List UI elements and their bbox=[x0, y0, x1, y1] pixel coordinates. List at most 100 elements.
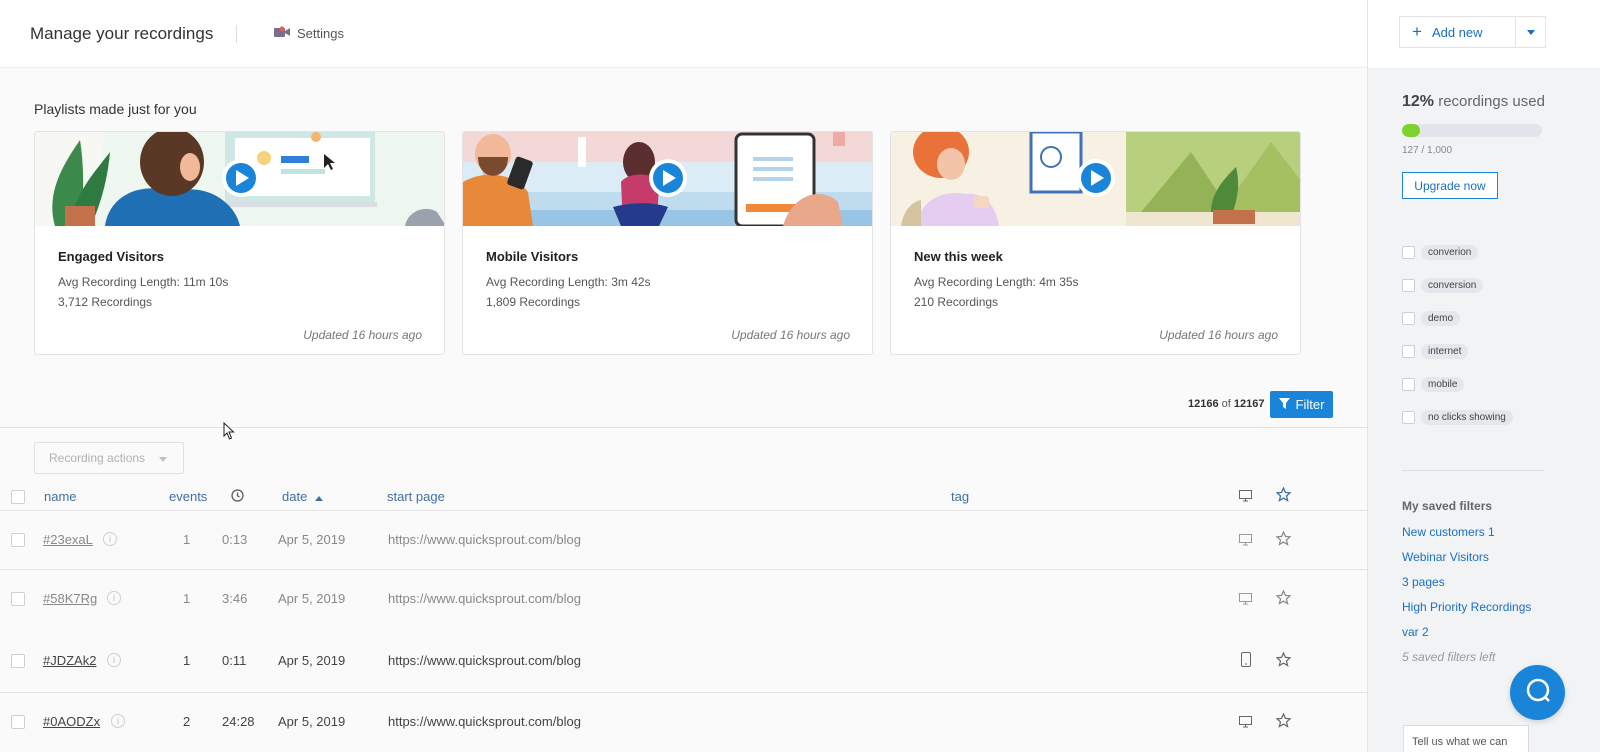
tag-filter-internet[interactable]: internet bbox=[1402, 344, 1469, 359]
recording-events: 1 bbox=[183, 591, 191, 606]
saved-filter-link[interactable]: 3 pages bbox=[1402, 575, 1445, 589]
recording-start-page: https://www.quicksprout.com/blog bbox=[388, 591, 581, 606]
filter-button[interactable]: Filter bbox=[1270, 391, 1333, 418]
filter-label: Filter bbox=[1295, 397, 1325, 412]
tag-filter-no-clicks-showing[interactable]: no clicks showing bbox=[1402, 410, 1513, 425]
column-header-start-page[interactable]: start page bbox=[387, 489, 445, 504]
recording-name-link[interactable]: #23exaL bbox=[43, 532, 93, 547]
tag-checkbox[interactable] bbox=[1402, 279, 1415, 292]
recording-name-link[interactable]: #0AODZx bbox=[43, 714, 100, 729]
section-divider bbox=[0, 427, 1367, 428]
info-icon[interactable]: i bbox=[103, 532, 117, 546]
add-new-button[interactable]: + Add new bbox=[1399, 16, 1546, 48]
device-column-icon[interactable] bbox=[1239, 489, 1252, 507]
star-icon[interactable] bbox=[1275, 651, 1292, 672]
usage-progress-fill bbox=[1402, 124, 1420, 137]
column-header-events[interactable]: events bbox=[169, 489, 207, 504]
star-icon[interactable] bbox=[1275, 712, 1292, 733]
tag-checkbox[interactable] bbox=[1402, 312, 1415, 325]
page-title: Manage your recordings bbox=[30, 24, 214, 43]
top-bar: Manage your recordings Settings bbox=[0, 0, 1367, 68]
playlist-updated: Updated 16 hours ago bbox=[303, 328, 422, 342]
star-icon[interactable] bbox=[1275, 530, 1292, 551]
title-divider bbox=[236, 25, 237, 43]
playlist-card-new-this-week[interactable]: New this week Avg Recording Length: 4m 3… bbox=[890, 131, 1301, 355]
saved-filter-link[interactable]: New customers 1 bbox=[1402, 525, 1495, 539]
column-header-tag[interactable]: tag bbox=[951, 489, 969, 504]
chat-help-button[interactable] bbox=[1510, 665, 1565, 720]
playlist-card-mobile-visitors[interactable]: Mobile Visitors Avg Recording Length: 3m… bbox=[462, 131, 873, 355]
info-icon[interactable]: i bbox=[111, 714, 125, 728]
tag-checkbox[interactable] bbox=[1402, 345, 1415, 358]
upgrade-now-button[interactable]: Upgrade now bbox=[1402, 172, 1498, 199]
recording-name-link[interactable]: #JDZAk2 bbox=[43, 653, 96, 668]
playlist-illustration bbox=[891, 132, 1300, 226]
saved-filters-heading: My saved filters bbox=[1402, 499, 1493, 513]
saved-filters-left: 5 saved filters left bbox=[1402, 650, 1496, 664]
desktop-icon bbox=[1239, 533, 1252, 551]
sidebar-divider bbox=[1402, 470, 1544, 471]
tag-filter-demo[interactable]: demo bbox=[1402, 311, 1461, 326]
table-row[interactable]: #JDZAk2 i 1 0:11 Apr 5, 2019 https://www… bbox=[0, 632, 1367, 691]
add-new-dropdown-toggle[interactable] bbox=[1515, 17, 1545, 47]
tag-chip: internet bbox=[1421, 344, 1469, 359]
recording-actions-dropdown[interactable]: Recording actions bbox=[34, 442, 184, 474]
column-header-date[interactable]: date bbox=[282, 489, 323, 504]
result-of: of bbox=[1221, 398, 1231, 410]
tag-checkbox[interactable] bbox=[1402, 246, 1415, 259]
recording-name-link[interactable]: #58K7Rg bbox=[43, 591, 97, 606]
tag-filter-mobile[interactable]: mobile bbox=[1402, 377, 1465, 392]
saved-filter-link[interactable]: var 2 bbox=[1402, 625, 1429, 639]
row-checkbox[interactable] bbox=[11, 654, 25, 668]
row-checkbox[interactable] bbox=[11, 592, 25, 606]
desktop-icon bbox=[1239, 715, 1252, 733]
recording-events: 1 bbox=[183, 532, 191, 547]
recording-date: Apr 5, 2019 bbox=[278, 591, 346, 606]
playlist-card-engaged-visitors[interactable]: Engaged Visitors Avg Recording Length: 1… bbox=[34, 131, 445, 355]
recording-duration: 24:28 bbox=[222, 714, 255, 729]
settings-link[interactable]: Settings bbox=[274, 26, 344, 41]
feedback-box[interactable]: Tell us what we can bbox=[1403, 725, 1529, 752]
video-camera-icon bbox=[274, 26, 291, 41]
result-total: 12167 bbox=[1233, 398, 1265, 410]
table-row[interactable]: #23exaL i 1 0:13 Apr 5, 2019 https://www… bbox=[0, 510, 1367, 569]
tag-checkbox[interactable] bbox=[1402, 411, 1415, 424]
playlist-recording-count: 210 Recordings bbox=[914, 295, 999, 309]
row-checkbox[interactable] bbox=[11, 715, 25, 729]
usage-title: 12% recordings used bbox=[1402, 93, 1545, 111]
select-all-checkbox[interactable] bbox=[11, 490, 25, 504]
playlists-heading: Playlists made just for you bbox=[34, 101, 197, 117]
usage-percent: 12% bbox=[1402, 93, 1435, 110]
recording-events: 2 bbox=[183, 714, 191, 729]
row-checkbox[interactable] bbox=[11, 533, 25, 547]
tag-chip: converion bbox=[1421, 245, 1479, 260]
info-icon[interactable]: i bbox=[107, 653, 121, 667]
saved-filter-link[interactable]: High Priority Recordings bbox=[1402, 600, 1531, 614]
result-count: 12166 of 12167 bbox=[1188, 398, 1265, 410]
info-icon[interactable]: i bbox=[107, 591, 121, 605]
sidebar-top: + Add new bbox=[1368, 0, 1600, 68]
recording-start-page: https://www.quicksprout.com/blog bbox=[388, 532, 581, 547]
saved-filter-link[interactable]: Webinar Visitors bbox=[1402, 550, 1489, 564]
playlist-recording-count: 1,809 Recordings bbox=[486, 295, 581, 309]
star-icon[interactable] bbox=[1275, 589, 1292, 610]
chat-bubble-icon bbox=[1525, 677, 1551, 708]
table-row[interactable]: #58K7Rg i 1 3:46 Apr 5, 2019 https://www… bbox=[0, 569, 1367, 628]
recording-date: Apr 5, 2019 bbox=[278, 714, 346, 729]
star-column-icon[interactable] bbox=[1275, 486, 1292, 507]
tag-chip: conversion bbox=[1421, 278, 1484, 293]
playlist-avg-length: Avg Recording Length: 11m 10s bbox=[58, 275, 229, 289]
tag-filter-converion[interactable]: converion bbox=[1402, 245, 1479, 260]
table-row[interactable]: #0AODZx i 2 24:28 Apr 5, 2019 https://ww… bbox=[0, 692, 1367, 751]
playlist-avg-length: Avg Recording Length: 4m 35s bbox=[914, 275, 1079, 289]
clock-icon[interactable] bbox=[231, 489, 244, 507]
add-new-label: Add new bbox=[1431, 24, 1483, 40]
chevron-down-icon bbox=[1526, 29, 1535, 35]
funnel-icon bbox=[1278, 397, 1290, 412]
column-header-name[interactable]: name bbox=[44, 489, 77, 504]
tag-filter-conversion[interactable]: conversion bbox=[1402, 278, 1484, 293]
tag-checkbox[interactable] bbox=[1402, 378, 1415, 391]
chevron-down-icon bbox=[159, 451, 168, 465]
playlist-illustration bbox=[35, 132, 444, 226]
settings-label: Settings bbox=[297, 26, 344, 41]
